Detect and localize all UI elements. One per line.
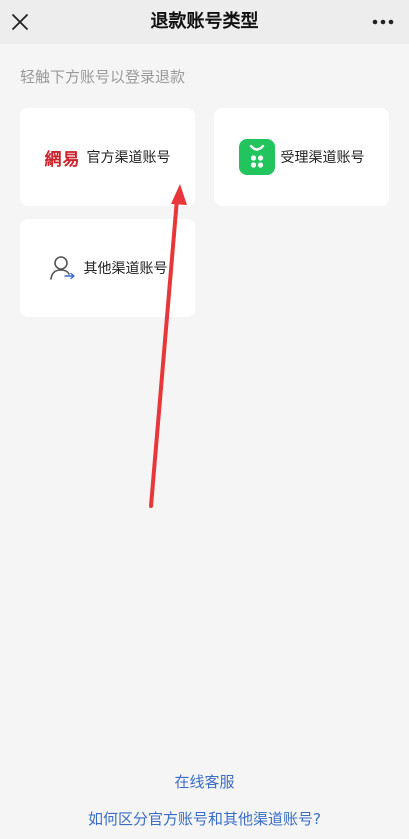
official-account-label: 官方渠道账号 [86, 150, 171, 166]
agent-account-label: 受理渠道账号 [280, 150, 365, 166]
instruction-text: 轻触下方账号以登录退款 [20, 68, 186, 86]
more-button[interactable] [365, 6, 401, 38]
shopping-bag-app-icon [238, 139, 275, 175]
other-account-card[interactable]: 其他渠道账号 [20, 219, 195, 317]
user-icon [49, 256, 75, 280]
online-service-link[interactable]: 在线客服 [0, 771, 409, 792]
netease-logo: 網易 [44, 149, 81, 170]
agent-account-card[interactable]: 受理渠道账号 [214, 108, 389, 206]
other-account-label: 其他渠道账号 [83, 261, 168, 277]
top-navigation-bar: 退款账号类型 [0, 0, 409, 44]
official-account-card[interactable]: 網易 官方渠道账号 [20, 108, 195, 206]
account-difference-link[interactable]: 如何区分官方账号和其他渠道账号? [0, 808, 409, 829]
page-title: 退款账号类型 [150, 11, 259, 32]
more-dots-icon [372, 19, 394, 25]
